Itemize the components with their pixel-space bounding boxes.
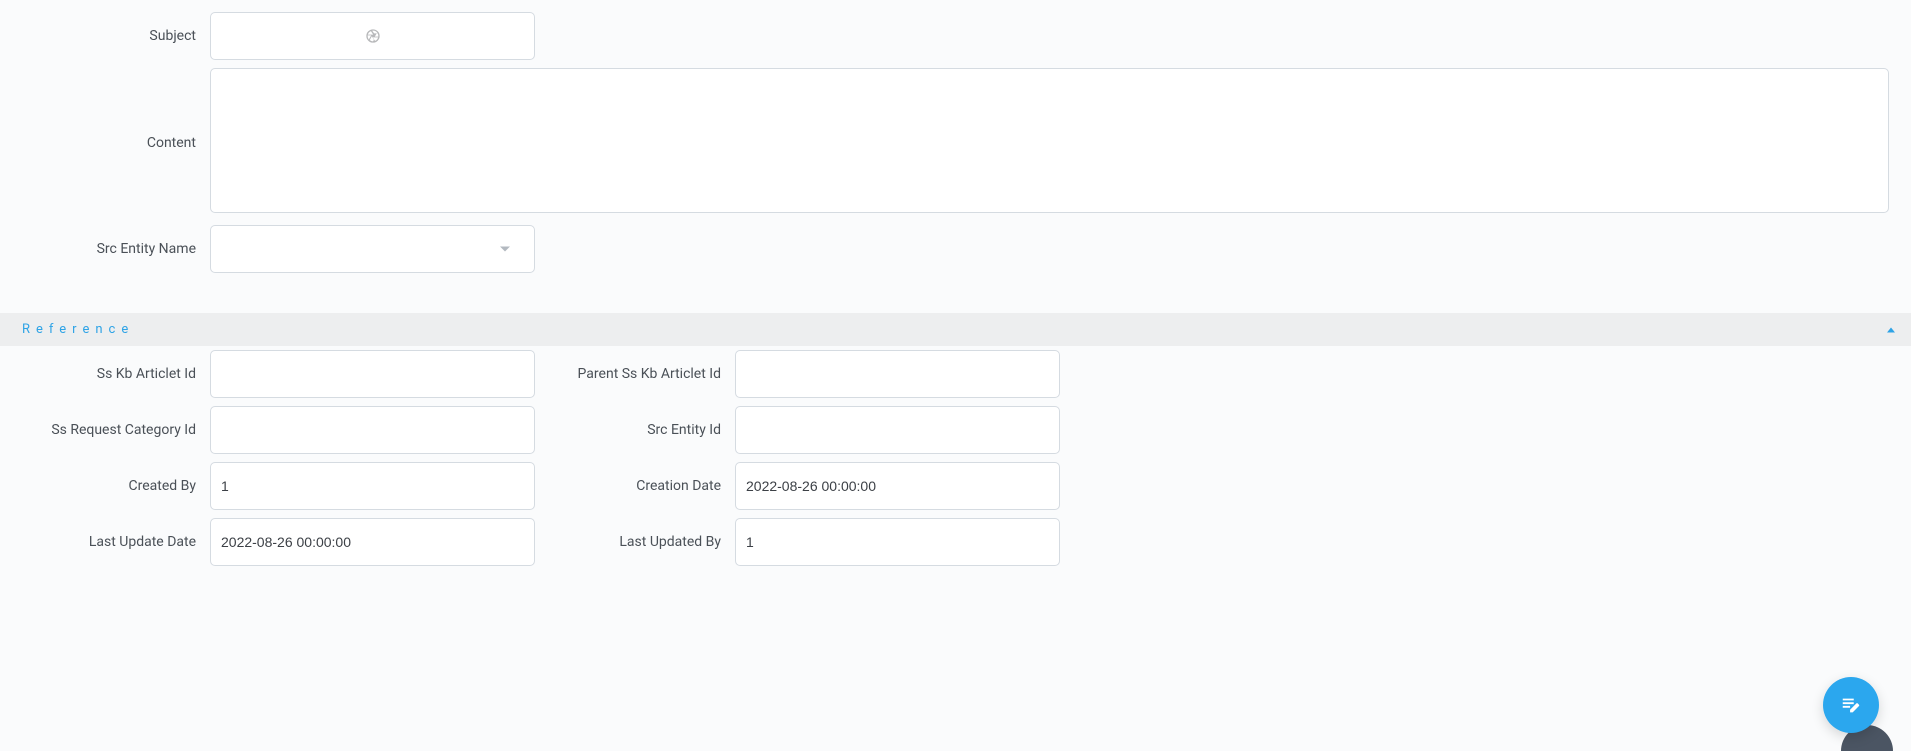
shutter-icon — [365, 28, 381, 44]
subject-lookup[interactable] — [210, 12, 535, 60]
ss-kb-articlet-id-input[interactable] — [210, 350, 535, 398]
chevron-up-icon — [1887, 327, 1895, 332]
row-content: Content — [10, 68, 1901, 217]
ss-request-category-id-label: Ss Request Category Id — [10, 422, 210, 438]
ss-request-category-id-input[interactable] — [210, 406, 535, 454]
last-updated-by-label: Last Updated By — [535, 534, 735, 550]
created-by-input[interactable] — [210, 462, 535, 510]
section-title: Reference — [22, 322, 134, 337]
chevron-down-icon — [500, 247, 510, 252]
parent-ss-kb-articlet-id-label: Parent Ss Kb Articlet Id — [535, 366, 735, 382]
content-label: Content — [10, 135, 210, 151]
src-entity-name-field-cell — [210, 225, 535, 273]
src-entity-name-label: Src Entity Name — [10, 241, 210, 257]
src-entity-name-select[interactable] — [210, 225, 535, 273]
subject-field-cell — [210, 12, 535, 60]
src-entity-id-input[interactable] — [735, 406, 1060, 454]
content-field-cell — [210, 68, 1901, 217]
last-update-date-label: Last Update Date — [10, 534, 210, 550]
created-by-label: Created By — [10, 478, 210, 494]
last-updated-by-input[interactable] — [735, 518, 1060, 566]
section-header-reference[interactable]: Reference — [0, 313, 1911, 346]
edit-note-icon — [1840, 694, 1862, 716]
parent-ss-kb-articlet-id-input[interactable] — [735, 350, 1060, 398]
content-textarea[interactable] — [210, 68, 1889, 213]
reference-grid: Ss Kb Articlet Id Parent Ss Kb Articlet … — [0, 346, 1911, 576]
form-main: Subject Content Src Entity Name — [0, 0, 1911, 285]
ss-kb-articlet-id-label: Ss Kb Articlet Id — [10, 366, 210, 382]
last-update-date-input[interactable] — [210, 518, 535, 566]
subject-label: Subject — [10, 28, 210, 44]
row-src-entity-name: Src Entity Name — [10, 225, 1901, 273]
creation-date-label: Creation Date — [535, 478, 735, 494]
creation-date-input[interactable] — [735, 462, 1060, 510]
fab-button[interactable] — [1823, 677, 1879, 733]
src-entity-id-label: Src Entity Id — [535, 422, 735, 438]
row-subject: Subject — [10, 12, 1901, 60]
